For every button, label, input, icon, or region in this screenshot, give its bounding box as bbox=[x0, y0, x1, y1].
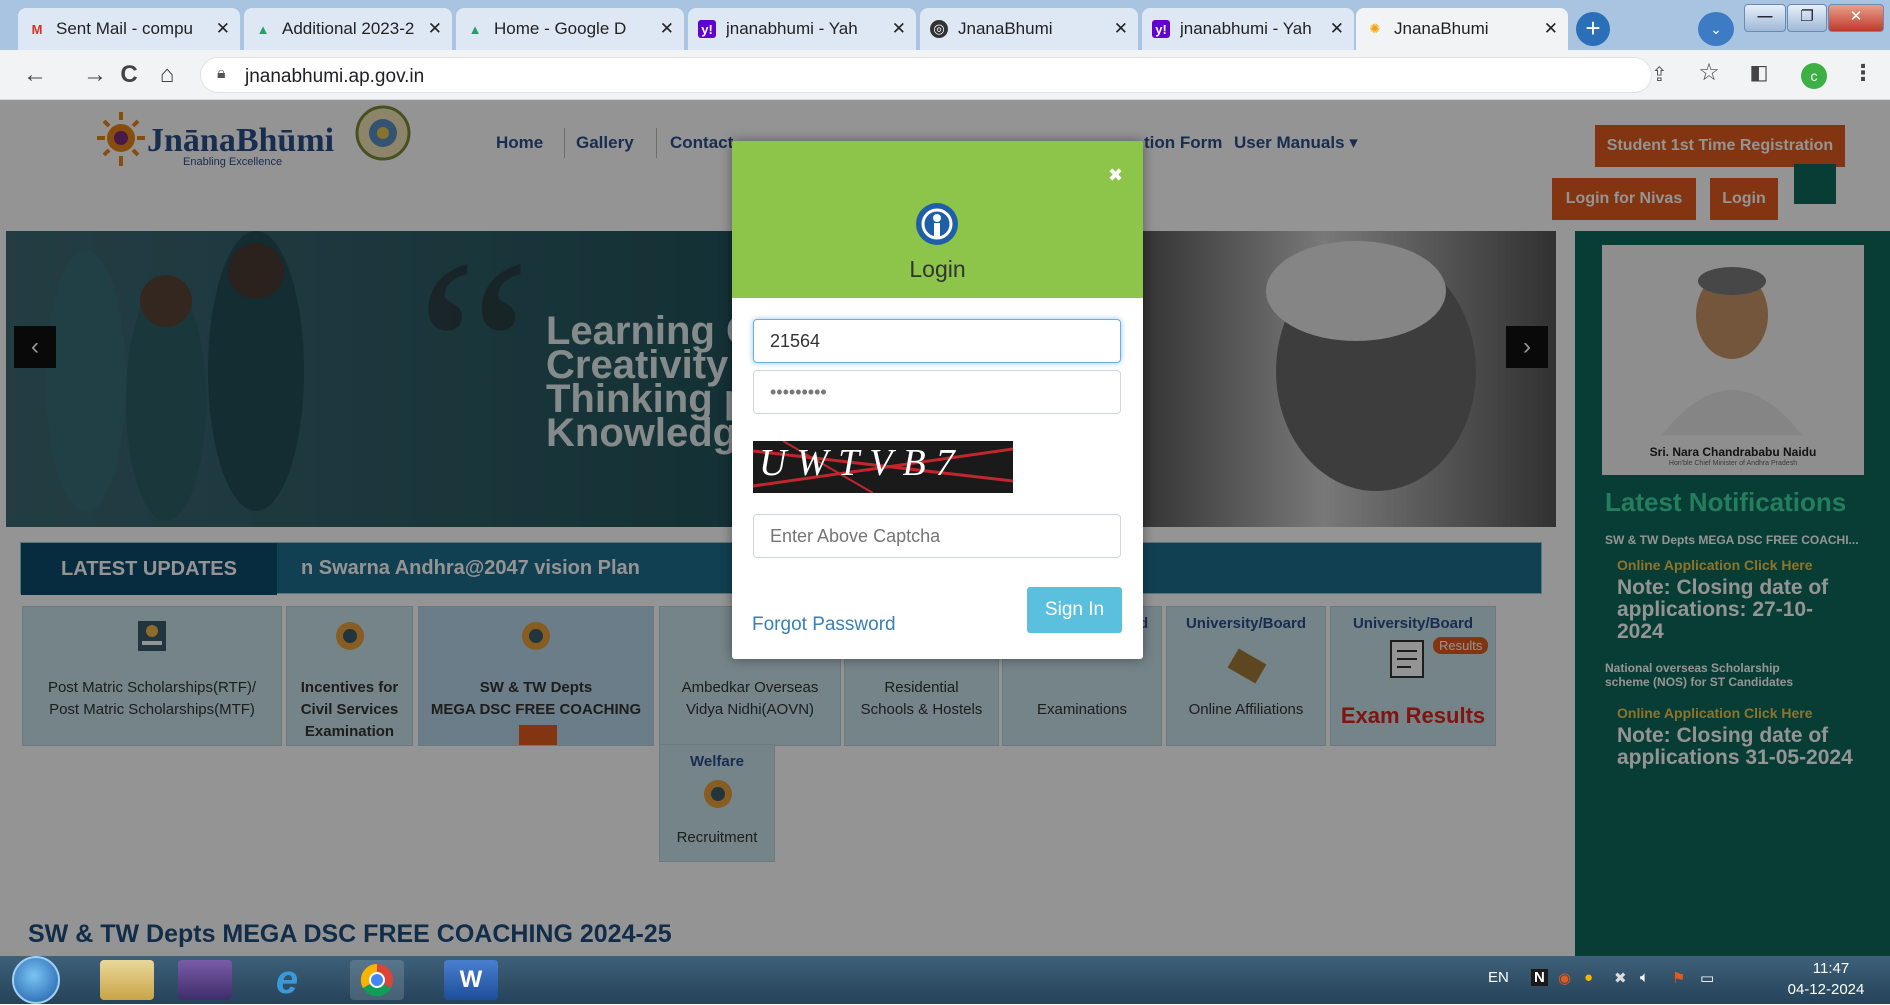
tab-yahoo-2[interactable]: y! jnanabhumi - Yah ✕ bbox=[1142, 8, 1354, 50]
profile-avatar[interactable]: c bbox=[1801, 63, 1827, 89]
tab-title: Additional 2023-2 bbox=[282, 19, 415, 38]
tab-google-drive[interactable]: ▲ Home - Google D ✕ bbox=[456, 8, 684, 50]
volume-icon[interactable]: 🔈︎ bbox=[1640, 969, 1649, 986]
word-icon[interactable]: W bbox=[444, 960, 498, 1000]
clock-date[interactable]: 04-12-2024 bbox=[1776, 981, 1876, 998]
forgot-password-link[interactable]: Forgot Password bbox=[752, 614, 896, 636]
clock-time[interactable]: 11:47 bbox=[1801, 960, 1861, 977]
close-icon[interactable]: ✖ bbox=[1108, 165, 1123, 186]
lock-icon: 🔒︎ bbox=[217, 65, 226, 82]
login-modal-header: ✖ Login bbox=[732, 141, 1143, 298]
google-drive-icon: ▲ bbox=[468, 21, 482, 37]
star-icon[interactable]: ☆ bbox=[1692, 56, 1726, 90]
username-field[interactable] bbox=[753, 319, 1121, 363]
back-icon[interactable]: ← bbox=[18, 58, 52, 92]
menu-icon[interactable]: ⋮ bbox=[1846, 56, 1880, 90]
yahoo-icon: y! bbox=[1152, 20, 1170, 38]
close-icon[interactable]: ✕ bbox=[1114, 19, 1128, 39]
google-drive-icon: ▲ bbox=[256, 21, 270, 37]
tab-jnanabhumi-active[interactable]: ✺ JnanaBhumi ✕ bbox=[1356, 8, 1568, 50]
close-icon[interactable]: ✕ bbox=[428, 19, 442, 39]
start-button[interactable] bbox=[12, 956, 60, 1004]
sign-in-button[interactable]: Sign In bbox=[1027, 587, 1122, 633]
tray-app-icon[interactable]: ✖ bbox=[1614, 969, 1627, 987]
close-window-button[interactable]: ✕ bbox=[1828, 4, 1884, 32]
close-icon[interactable]: ✕ bbox=[216, 19, 230, 39]
winrar-icon[interactable] bbox=[178, 960, 232, 1000]
windows-taskbar: e W EN N ◉ ● ✖ 🔈︎ ⚑ ▭ 11:47 04-12-2024 bbox=[0, 956, 1890, 1004]
captcha-field[interactable] bbox=[753, 514, 1121, 558]
tray-app-icon[interactable]: ● bbox=[1584, 969, 1593, 986]
minimize-button[interactable]: — bbox=[1744, 4, 1786, 32]
action-center-icon[interactable]: ⚑ bbox=[1672, 969, 1685, 987]
onenote-tray-icon[interactable]: N bbox=[1531, 969, 1548, 986]
tab-jnanabhumi-1[interactable]: ◎ JnanaBhumi ✕ bbox=[920, 8, 1138, 50]
tab-title: jnanabhumi - Yah bbox=[726, 19, 858, 38]
tab-yahoo-1[interactable]: y! jnanabhumi - Yah ✕ bbox=[688, 8, 916, 50]
gmail-icon: M bbox=[31, 21, 43, 37]
password-field[interactable] bbox=[753, 370, 1121, 414]
file-explorer-icon[interactable] bbox=[100, 960, 154, 1000]
network-icon[interactable]: ▭ bbox=[1700, 969, 1714, 987]
captcha-text: UWTVB7 bbox=[759, 442, 965, 484]
browser-toolbar: ← → C ⌂ 🔒︎ jnanabhumi.ap.gov.in ⇪ ☆ ◧ c … bbox=[0, 50, 1890, 100]
tab-additional[interactable]: ▲ Additional 2023-2 ✕ bbox=[244, 8, 452, 50]
reload-icon[interactable]: C bbox=[112, 58, 146, 92]
login-modal: ✖ Login UWTVB7 Forgot Password Sign In bbox=[732, 141, 1143, 659]
tab-title: Sent Mail - compu bbox=[56, 19, 193, 38]
browser-tab-strip: M Sent Mail - compu ✕ ▲ Additional 2023-… bbox=[0, 0, 1890, 50]
close-icon[interactable]: ✕ bbox=[892, 19, 906, 39]
close-icon[interactable]: ✕ bbox=[1330, 19, 1344, 39]
tab-title: JnanaBhumi bbox=[1394, 19, 1489, 38]
jnanabhumi-icon: ✺ bbox=[1369, 21, 1381, 36]
captcha-image: UWTVB7 bbox=[753, 441, 1013, 493]
new-tab-button[interactable]: + bbox=[1576, 12, 1610, 46]
internet-explorer-icon[interactable]: e bbox=[260, 960, 314, 1000]
maximize-button[interactable]: ❐ bbox=[1787, 4, 1827, 32]
yahoo-icon: y! bbox=[698, 20, 716, 38]
home-icon[interactable]: ⌂ bbox=[150, 58, 184, 92]
login-user-icon bbox=[916, 203, 958, 245]
forward-icon[interactable]: → bbox=[78, 58, 112, 92]
url-text: jnanabhumi.ap.gov.in bbox=[245, 66, 425, 87]
share-icon[interactable]: ⇪ bbox=[1651, 62, 1668, 87]
close-icon[interactable]: ✕ bbox=[1544, 19, 1558, 39]
language-indicator[interactable]: EN bbox=[1488, 969, 1509, 986]
address-bar[interactable]: 🔒︎ jnanabhumi.ap.gov.in ⇪ bbox=[200, 57, 1668, 93]
tab-title: Home - Google D bbox=[494, 19, 627, 38]
chrome-icon[interactable] bbox=[350, 960, 404, 1000]
login-title: Login bbox=[909, 256, 966, 282]
tab-title: jnanabhumi - Yah bbox=[1180, 19, 1312, 38]
tab-title: JnanaBhumi bbox=[958, 19, 1053, 38]
side-panel-icon[interactable]: ◧ bbox=[1742, 56, 1776, 90]
tray-app-icon[interactable]: ◉ bbox=[1558, 969, 1571, 987]
globe-icon: ◎ bbox=[930, 20, 948, 38]
tab-sent-mail[interactable]: M Sent Mail - compu ✕ bbox=[18, 8, 240, 50]
close-icon[interactable]: ✕ bbox=[660, 19, 674, 39]
tab-search-icon[interactable]: ⌄ bbox=[1698, 12, 1734, 46]
